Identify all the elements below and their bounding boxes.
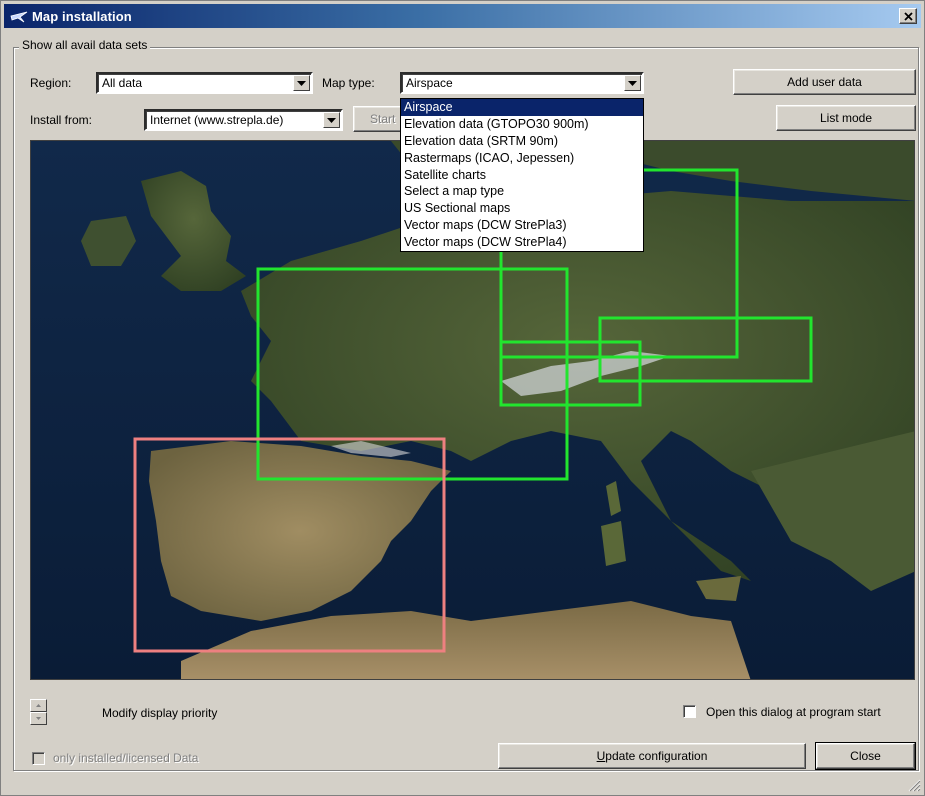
chevron-down-icon[interactable] [323, 112, 340, 128]
resize-grip-icon[interactable] [907, 778, 921, 792]
dropdown-option[interactable]: Select a map type [401, 183, 643, 200]
list-mode-button[interactable]: List mode [776, 105, 916, 131]
map-type-select[interactable]: Airspace [400, 72, 644, 94]
install-from-value: Internet (www.strepla.de) [150, 113, 284, 127]
map-type-label: Map type: [322, 76, 375, 90]
open-at-start-checkbox[interactable] [683, 705, 696, 718]
dropdown-option[interactable]: Vector maps (DCW StrePla3) [401, 217, 643, 234]
arrow-up-icon[interactable] [30, 699, 47, 712]
map-type-value: Airspace [406, 76, 453, 90]
open-at-start-label[interactable]: Open this dialog at program start [706, 705, 881, 719]
update-accelerator: U [596, 749, 606, 763]
only-installed-checkbox[interactable] [32, 752, 45, 765]
close-icon[interactable] [899, 8, 917, 24]
priority-spin-control[interactable] [30, 699, 47, 725]
region-label: Region: [30, 76, 72, 90]
chevron-down-icon[interactable] [293, 75, 310, 91]
region-value: All data [102, 76, 143, 90]
only-installed-label: only installed/licensed Data [53, 751, 199, 765]
dropdown-option[interactable]: Vector maps (DCW StrePla4) [401, 234, 643, 251]
dropdown-option[interactable]: US Sectional maps [401, 200, 643, 217]
chevron-down-icon[interactable] [624, 75, 641, 91]
add-user-data-button[interactable]: Add user data [733, 69, 916, 95]
window-title: Map installation [32, 8, 132, 24]
map-installation-window: Map installation Show all avail data set… [0, 0, 925, 796]
install-from-select[interactable]: Internet (www.strepla.de) [144, 109, 343, 131]
glider-icon [10, 11, 28, 23]
dropdown-option[interactable]: Rastermaps (ICAO, Jepessen) [401, 150, 643, 167]
dropdown-option[interactable]: Elevation data (SRTM 90m) [401, 133, 643, 150]
update-configuration-button[interactable]: Update configuration [498, 743, 806, 769]
region-select[interactable]: All data [96, 72, 313, 94]
dropdown-option[interactable]: Airspace [401, 99, 643, 116]
update-label-rest: pdate configuration [605, 749, 708, 763]
groupbox-legend: Show all avail data sets [19, 38, 151, 52]
modify-priority-label: Modify display priority [102, 706, 218, 720]
title-bar[interactable]: Map installation [4, 4, 921, 28]
map-type-dropdown-list[interactable]: Airspace Elevation data (GTOPO30 900m) E… [400, 98, 644, 253]
install-from-label: Install from: [30, 113, 93, 127]
close-button[interactable]: Close [815, 742, 916, 770]
dropdown-option[interactable]: Elevation data (GTOPO30 900m) [401, 116, 643, 133]
arrow-down-icon[interactable] [30, 712, 47, 725]
dropdown-option[interactable]: Satellite charts [401, 167, 643, 184]
